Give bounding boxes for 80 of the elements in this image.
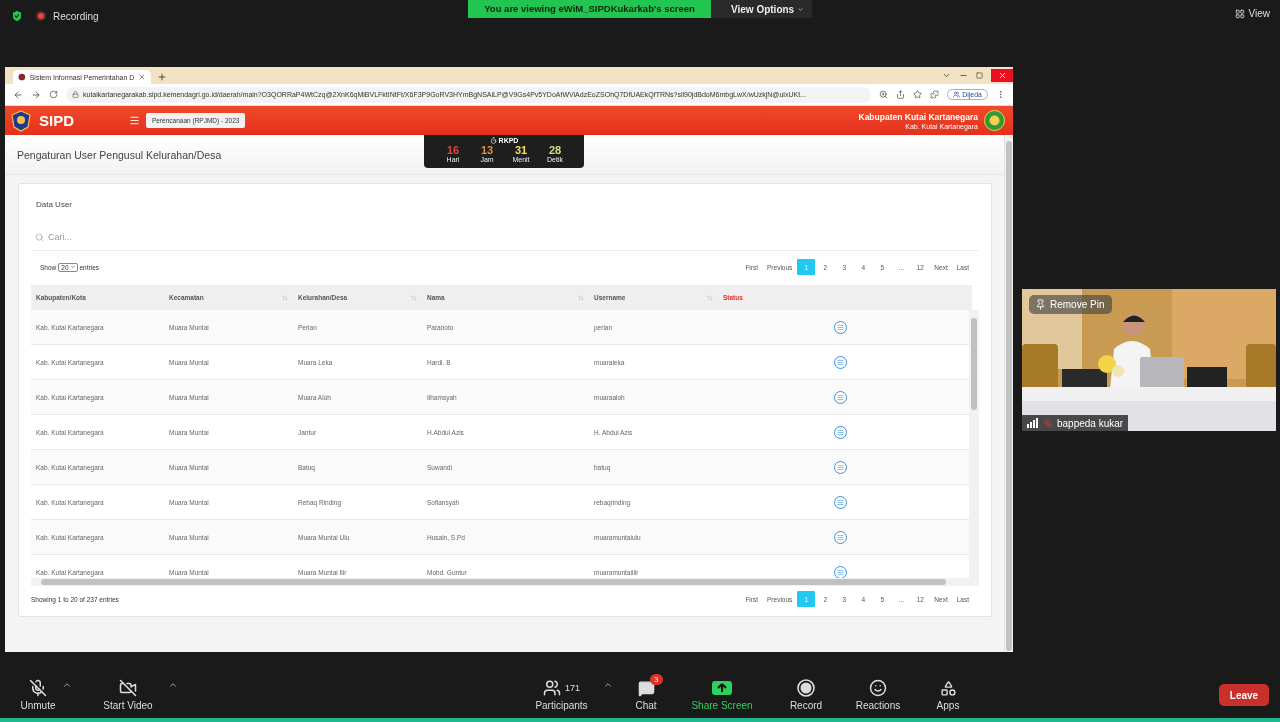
leave-button[interactable]: Leave [1219, 684, 1269, 706]
lines-icon [837, 533, 844, 541]
page-title: Pengaturan User Pengusul Kelurahan/Desa [17, 148, 222, 161]
reload-icon[interactable] [49, 90, 58, 99]
grid-icon [1234, 8, 1245, 19]
close-icon [997, 71, 1007, 80]
record-icon [797, 679, 815, 697]
remove-pin-button[interactable]: Remove Pin [1029, 295, 1113, 314]
toolbar-button[interactable]: 3 Chat [626, 673, 666, 711]
back-icon[interactable] [13, 89, 23, 100]
countdown-value: 28 [548, 145, 562, 156]
lines-icon [837, 323, 844, 331]
close-window-button[interactable] [991, 69, 1013, 82]
toolbar-button[interactable]: Start Video [92, 673, 164, 711]
bookmark-star-icon[interactable] [913, 90, 923, 99]
caret-icon[interactable] [62, 680, 72, 690]
lines-icon [837, 428, 844, 436]
menu-icon[interactable] [129, 115, 140, 126]
recording-dot-icon [36, 11, 46, 21]
toolbar-button[interactable]: Unmute [18, 673, 58, 711]
extensions-icon[interactable] [930, 90, 940, 99]
card-title: Data User [36, 200, 73, 209]
chevron-down-icon [69, 264, 76, 270]
apps-icon [939, 679, 957, 697]
detail-button[interactable] [834, 320, 847, 334]
signal-icon [1027, 418, 1039, 428]
detail-button[interactable] [834, 565, 847, 578]
lock-icon [72, 91, 79, 98]
countdown-value: 31 [514, 145, 528, 156]
participant-count: 171 [565, 683, 580, 693]
lines-icon [837, 463, 844, 471]
timer-icon [489, 137, 497, 144]
lines-icon [837, 498, 844, 506]
toolbar-button[interactable]: Record [782, 673, 830, 711]
emblem-logo-icon [11, 109, 31, 132]
unread-badge: 3 [650, 674, 663, 685]
favicon-icon [18, 73, 26, 81]
detail-button[interactable] [834, 425, 847, 439]
lines-icon [837, 358, 844, 366]
region-name: Kabupaten Kutai Kartanegara [858, 111, 978, 122]
toolbar-button[interactable]: Reactions [850, 673, 906, 711]
chat-bubble-icon [637, 679, 655, 697]
region-logo-icon [984, 110, 1005, 131]
restore-icon[interactable] [976, 72, 983, 79]
participant-video[interactable]: Remove Pin bappeda kukar [1022, 289, 1276, 431]
viewing-banner: You are viewing eWiM_SIPDKukarkab's screen [468, 0, 711, 18]
smiley-icon [869, 679, 887, 697]
brand-name: SIPD [39, 112, 75, 129]
caret-icon[interactable] [168, 680, 178, 690]
toolbar-button[interactable]: Share Screen [688, 673, 756, 711]
lines-icon [837, 393, 844, 401]
participants-icon [543, 679, 561, 697]
forward-icon[interactable] [31, 89, 41, 100]
recording-label: Recording [53, 10, 99, 22]
view-button[interactable]: View [1234, 8, 1270, 19]
share-screen-icon [712, 681, 732, 695]
countdown-value: 16 [446, 145, 460, 156]
close-tab-icon[interactable] [138, 73, 146, 81]
countdown-value: 13 [480, 145, 494, 156]
toolbar-button[interactable]: Apps [928, 673, 968, 711]
new-tab-icon[interactable] [157, 72, 167, 82]
people-icon [953, 91, 961, 98]
view-options-button[interactable]: View Options [711, 0, 812, 18]
share-icon[interactable] [896, 90, 906, 99]
search-field[interactable]: Cari... [48, 232, 248, 242]
tab-list-icon[interactable] [942, 71, 951, 80]
lines-icon [837, 568, 844, 576]
detail-button[interactable] [834, 495, 847, 509]
participant-name: bappeda kukar [1057, 417, 1124, 429]
detail-button[interactable] [834, 460, 847, 474]
caret-icon[interactable] [603, 680, 613, 690]
more-menu-icon[interactable] [996, 90, 1005, 99]
detail-button[interactable] [834, 355, 847, 369]
zoom-icon[interactable] [879, 90, 889, 99]
search-icon [35, 232, 44, 242]
pin-icon [1035, 299, 1046, 310]
security-shield-icon[interactable] [10, 9, 24, 23]
detail-button[interactable] [834, 530, 847, 544]
detail-button[interactable] [834, 390, 847, 404]
toolbar-button[interactable]: 171 Participants [524, 673, 599, 711]
